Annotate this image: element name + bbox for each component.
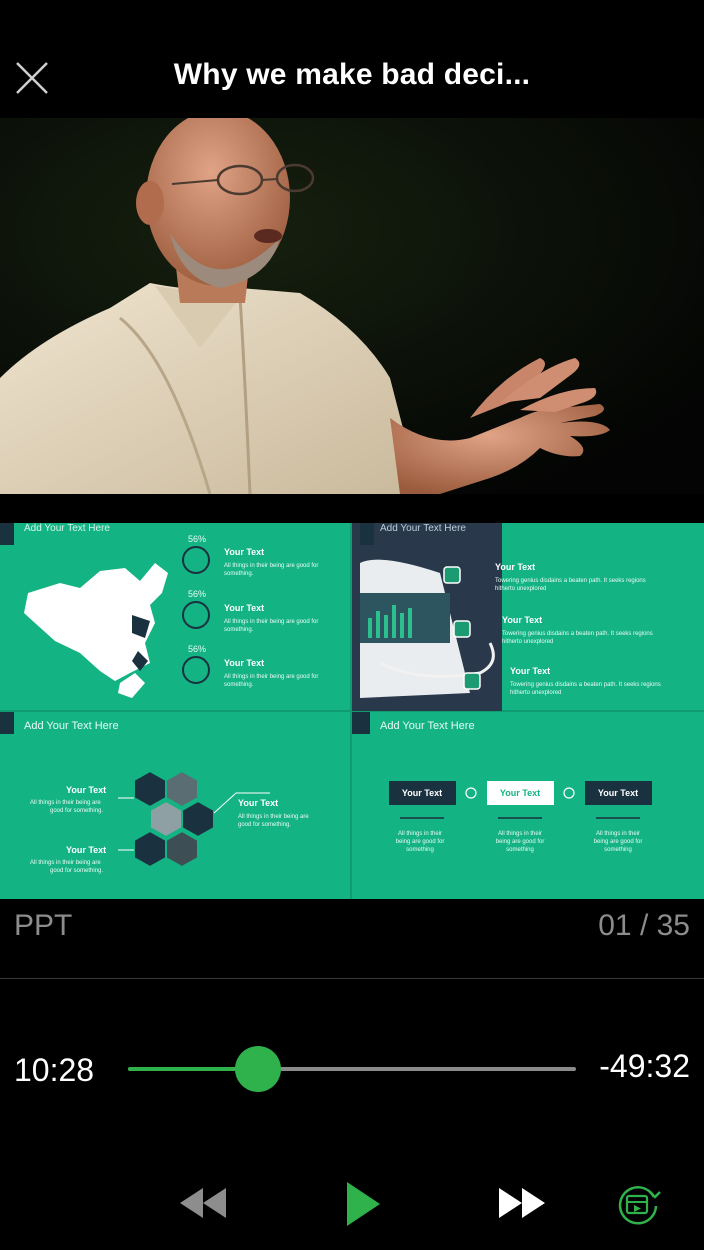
header-bar: Why we make bad deci... <box>0 0 704 118</box>
percent-label: 56% <box>188 589 206 599</box>
item-body: Towering genius disdains a beaten path. … <box>510 682 661 688</box>
panel1-title: Add Your Text Here <box>24 523 110 534</box>
elapsed-time: 10:28 <box>14 1052 95 1088</box>
item-body: something. <box>224 682 254 688</box>
close-button[interactable] <box>12 58 52 98</box>
caption: All things in their <box>398 831 442 837</box>
item-body: All things in their being are good for <box>224 563 318 569</box>
slide-preview[interactable]: Add Your Text Here 56% 56% 56% Your Text… <box>0 523 704 899</box>
item-heading: Your Text <box>66 785 106 795</box>
speaker-image <box>0 118 704 494</box>
remaining-time: -49:32 <box>599 1048 690 1084</box>
picture-in-picture-button[interactable] <box>614 1180 662 1228</box>
box-label: Your Text <box>402 788 442 798</box>
item-body: something. <box>224 627 254 633</box>
caption: something <box>406 847 434 853</box>
item-body: something. <box>224 571 254 577</box>
slide-thumbnails: Add Your Text Here 56% 56% 56% Your Text… <box>0 523 704 899</box>
caption: being are good for <box>496 839 545 845</box>
item-heading: Your Text <box>510 666 550 676</box>
item-body: All things in their being are good for <box>224 674 318 680</box>
percent-label: 56% <box>188 534 206 544</box>
play-icon <box>347 1182 380 1226</box>
item-heading: Your Text <box>66 845 106 855</box>
player-screen: Why we make bad deci... Add Your Text He… <box>0 0 704 1250</box>
item-heading: Your Text <box>224 547 264 557</box>
item-body: Towering genius disdains a beaten path. … <box>495 578 646 584</box>
rewind-button[interactable] <box>178 1186 228 1220</box>
caption: something <box>506 847 534 853</box>
item-body: All things in their being are good for <box>224 619 318 625</box>
item-body: All things in their being are <box>238 814 309 820</box>
caption: being are good for <box>396 839 445 845</box>
panel4-title: Add Your Text Here <box>380 720 475 732</box>
ppt-label: PPT <box>14 909 73 942</box>
item-body: All things in their being are <box>30 800 101 806</box>
seek-thumb[interactable] <box>234 1046 281 1092</box>
panel3-title: Add Your Text Here <box>24 720 119 732</box>
picture-in-picture-icon <box>618 1186 661 1225</box>
caption: All things in their <box>596 831 640 837</box>
page-counter: 01 / 35 <box>598 909 690 942</box>
item-heading: Your Text <box>238 798 278 808</box>
box-label: Your Text <box>598 788 638 798</box>
item-heading: Your Text <box>224 658 264 668</box>
panel2-title: Add Your Text Here <box>380 523 466 534</box>
progress-bar: 10:28 -49:32 <box>0 1030 704 1110</box>
item-body: hitherto unexplored <box>495 586 546 592</box>
playback-controls <box>0 1170 704 1240</box>
item-body: good for something. <box>50 808 103 814</box>
item-body: good for something. <box>50 868 103 874</box>
item-body: hitherto unexplored <box>502 639 553 645</box>
rewind-icon <box>180 1188 226 1218</box>
video-title: Why we make bad deci... <box>173 58 531 91</box>
item-body: All things in their being are <box>30 860 101 866</box>
caption: something <box>604 847 632 853</box>
item-heading: Your Text <box>502 615 542 625</box>
seek-track[interactable] <box>128 1046 576 1092</box>
video-frame[interactable] <box>0 118 704 494</box>
item-heading: Your Text <box>495 562 535 572</box>
item-body: hitherto unexplored <box>510 690 561 696</box>
caption: being are good for <box>594 839 643 845</box>
caption: All things in their <box>498 831 542 837</box>
close-icon <box>16 62 48 94</box>
fast-forward-button[interactable] <box>497 1186 547 1220</box>
ppt-info-bar: PPT 01 / 35 <box>0 899 704 979</box>
play-button[interactable] <box>344 1180 382 1228</box>
item-heading: Your Text <box>224 603 264 613</box>
fast-forward-icon <box>499 1188 545 1218</box>
box-label: Your Text <box>500 788 540 798</box>
item-body: good for something. <box>238 822 291 828</box>
item-body: Towering genius disdains a beaten path. … <box>502 631 653 637</box>
percent-label: 56% <box>188 644 206 654</box>
